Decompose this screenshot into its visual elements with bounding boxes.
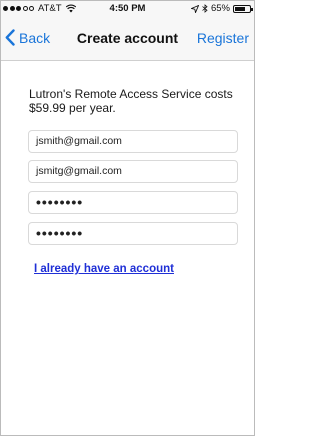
existing-account-link[interactable]: I already have an account (34, 263, 174, 275)
navigation-bar: Back Create account Register (0, 17, 255, 61)
confirm-password-field[interactable]: •••••••• (28, 222, 238, 245)
back-label: Back (19, 29, 51, 46)
status-bar: AT&T 4:50 PM 65% (0, 0, 255, 17)
battery-fill (235, 6, 245, 11)
price-description: Lutron's Remote Access Service costs $59… (29, 87, 233, 115)
location-icon (190, 4, 199, 13)
bluetooth-icon (202, 4, 208, 13)
register-button[interactable]: Register (197, 30, 249, 46)
main-content: Lutron's Remote Access Service costs $59… (0, 61, 255, 436)
chevron-left-icon (5, 29, 15, 46)
password-field[interactable]: •••••••• (28, 191, 238, 214)
status-right: 65% (190, 3, 253, 14)
confirm-email-field[interactable]: jsmitg@gmail.com (28, 160, 238, 183)
back-button[interactable]: Back (5, 29, 50, 46)
battery-icon (233, 4, 253, 13)
email-field[interactable]: jsmith@gmail.com (28, 130, 238, 153)
battery-percent: 65% (210, 3, 230, 14)
